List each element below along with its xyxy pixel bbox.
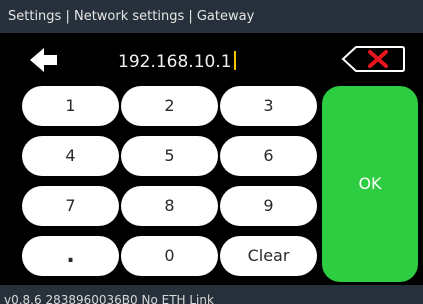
key-6[interactable]: 6 bbox=[220, 136, 317, 176]
backspace-button[interactable] bbox=[340, 45, 406, 73]
keypad-panel: 192.168.10.1 1 2 3 4 5 6 7 8 9 . 0 Clear… bbox=[0, 33, 423, 285]
arrow-left-icon bbox=[30, 48, 57, 72]
key-dot[interactable]: . bbox=[22, 236, 119, 276]
text-caret bbox=[233, 51, 236, 70]
key-5[interactable]: 5 bbox=[121, 136, 218, 176]
key-7[interactable]: 7 bbox=[22, 186, 119, 226]
status-text: v0.8.6 2838960036B0 No ETH Link bbox=[4, 293, 214, 304]
breadcrumb: Settings | Network settings | Gateway bbox=[8, 9, 255, 24]
status-bar: v0.8.6 2838960036B0 No ETH Link bbox=[0, 285, 423, 304]
clear-button[interactable]: Clear bbox=[220, 236, 317, 276]
key-4[interactable]: 4 bbox=[22, 136, 119, 176]
back-button[interactable] bbox=[26, 43, 68, 77]
key-8[interactable]: 8 bbox=[121, 186, 218, 226]
key-0[interactable]: 0 bbox=[121, 236, 218, 276]
backspace-icon bbox=[341, 46, 405, 72]
key-3[interactable]: 3 bbox=[220, 86, 317, 126]
key-1[interactable]: 1 bbox=[22, 86, 119, 126]
key-9[interactable]: 9 bbox=[220, 186, 317, 226]
ok-button[interactable]: OK bbox=[322, 86, 418, 282]
ip-address-input[interactable]: 192.168.10.1 bbox=[118, 49, 298, 75]
key-2[interactable]: 2 bbox=[121, 86, 218, 126]
ip-address-value: 192.168.10.1 bbox=[118, 52, 232, 72]
title-bar: Settings | Network settings | Gateway bbox=[0, 0, 423, 33]
